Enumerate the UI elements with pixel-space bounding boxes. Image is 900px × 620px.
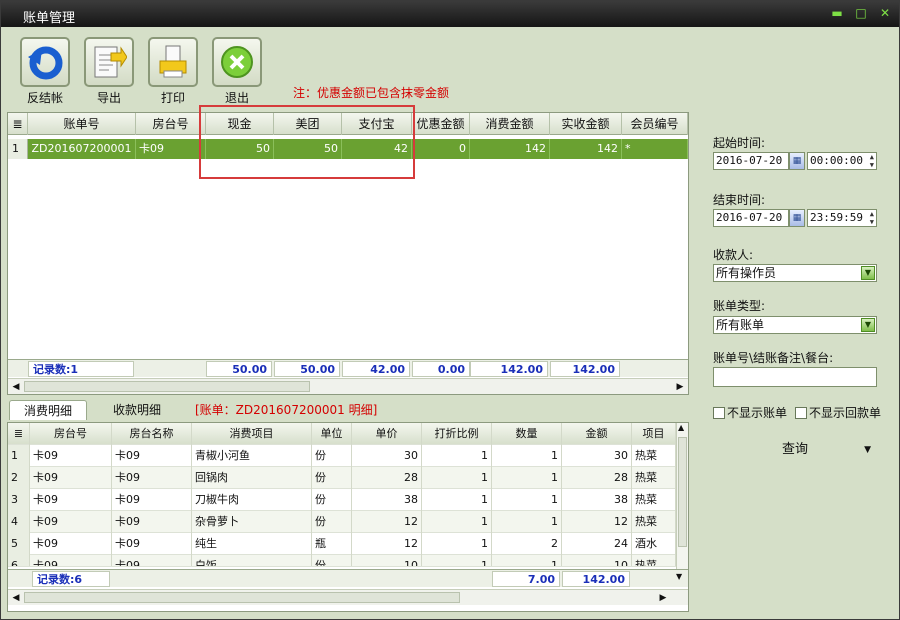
query-button[interactable]: 查询 ▼	[713, 439, 877, 461]
table-row[interactable]: 6 卡09 卡09 白饭 份 10 1 1 10 热菜	[8, 555, 676, 567]
hide-bill-checkbox[interactable]: 不显示账单	[713, 404, 787, 421]
column-chooser-icon[interactable]: ≣	[8, 113, 28, 135]
table-row[interactable]: 4 卡09 卡09 杂骨萝卜 份 12 1 1 12 热菜	[8, 511, 676, 533]
col-bill-no[interactable]: 账单号	[28, 113, 136, 135]
col-received[interactable]: 实收金额	[550, 113, 622, 135]
tab-consume-detail[interactable]: 消费明细	[9, 400, 88, 420]
caret-down-icon[interactable]: ▼	[864, 439, 871, 461]
calendar-icon[interactable]: ▦	[789, 209, 805, 227]
print-button[interactable]: 打印	[147, 37, 199, 107]
undo-icon	[20, 37, 70, 87]
toolbar: 反结帐 导出 打印 退出 注：优惠金额已包含抹零金额	[7, 29, 893, 107]
col-consume[interactable]: 消费金额	[470, 113, 550, 135]
calendar-icon[interactable]: ▦	[789, 152, 805, 170]
print-icon	[148, 37, 198, 87]
minimize-icon[interactable]: ▬	[829, 5, 845, 21]
cashier-label: 收款人:	[713, 248, 754, 262]
table-row[interactable]: 1 卡09 卡09 青椒小河鱼 份 30 1 1 30 热菜	[8, 445, 676, 467]
scroll-right-icon[interactable]: ▶	[656, 591, 670, 605]
cashier-select[interactable]: 所有操作员 ▼	[713, 264, 877, 282]
export-icon	[84, 37, 134, 87]
exit-icon	[212, 37, 262, 87]
search-label: 账单号\结账备注\餐台:	[713, 351, 834, 365]
window-title: 账单管理	[23, 11, 76, 26]
scroll-left-icon[interactable]: ◀	[9, 591, 23, 605]
start-date-input[interactable]: 2016-07-20	[713, 152, 789, 170]
record-count: 记录数:1	[28, 361, 134, 377]
title-bar: 账单管理 ▬ □ ✕	[1, 1, 899, 27]
detail-tabs: 消费明细 收款明细 [账单：ZD201607200001 明细]	[7, 399, 689, 421]
scroll-right-icon[interactable]: ▶	[673, 380, 687, 394]
detail-bill-info: [账单：ZD201607200001 明细]	[195, 403, 378, 417]
end-time-input[interactable]: 23:59:59 ▲ ▼	[807, 209, 877, 227]
table-row[interactable]: 5 卡09 卡09 纯生 瓶 12 1 2 24 酒水	[8, 533, 676, 555]
end-date-input[interactable]: 2016-07-20	[713, 209, 789, 227]
filter-panel: 起始时间: 2016-07-20 ▦ 00:00:00 ▲ ▼ 结束时间: 201…	[695, 112, 895, 615]
scroll-thumb[interactable]	[24, 381, 310, 392]
discount-note: 注：优惠金额已包含抹零金额	[293, 86, 450, 100]
col-discount[interactable]: 优惠金额	[412, 113, 470, 135]
bill-type-select[interactable]: 所有账单 ▼	[713, 316, 877, 334]
start-time-input[interactable]: 00:00:00 ▲ ▼	[807, 152, 877, 170]
scroll-up-icon[interactable]: ▲	[678, 423, 684, 432]
detail-grid: ≣ 房台号 房台名称 消费项目 单位 单价 打折比例 数量 金额 项目 1 卡0…	[7, 422, 689, 612]
table-row[interactable]: 2 卡09 卡09 回锅肉 份 28 1 1 28 热菜	[8, 467, 676, 489]
col-member[interactable]: 会员编号	[622, 113, 688, 135]
end-time-label: 结束时间:	[713, 193, 766, 207]
bill-grid-footer: 记录数:1 50.00 50.00 42.00 0.00 142.00 142.…	[8, 359, 688, 377]
detail-grid-footer: 记录数:6 7.00 142.00 ▼	[8, 569, 688, 587]
hide-refund-checkbox[interactable]: 不显示回款单	[795, 404, 881, 421]
scroll-thumb[interactable]	[678, 437, 687, 547]
scroll-left-icon[interactable]: ◀	[9, 380, 23, 394]
scroll-thumb[interactable]	[24, 592, 460, 603]
table-row[interactable]: 3 卡09 卡09 刀椒牛肉 份 38 1 1 38 热菜	[8, 489, 676, 511]
checkbox-box[interactable]	[713, 406, 725, 419]
highlight-annotation	[199, 105, 415, 179]
bill-management-window: 账单管理 ▬ □ ✕ 反结帐 导出 打印 退出 注：优惠金额已包含抹零金额 ≣ …	[0, 0, 900, 620]
checkbox-box[interactable]	[795, 406, 807, 419]
detail-grid-header: ≣ 房台号 房台名称 消费项目 单位 单价 打折比例 数量 金额 项目	[8, 423, 676, 445]
export-button[interactable]: 导出	[83, 37, 135, 107]
detail-grid-scrollbar[interactable]: ◀ ▶	[8, 589, 688, 605]
bill-grid-scrollbar[interactable]: ◀ ▶	[8, 378, 688, 394]
chevron-down-icon[interactable]: ▼	[861, 266, 875, 280]
record-count: 记录数:6	[32, 571, 110, 587]
col-room[interactable]: 房台号	[136, 113, 206, 135]
tab-payment-detail[interactable]: 收款明细	[99, 400, 175, 420]
column-chooser-icon[interactable]: ≣	[8, 423, 30, 445]
detail-vertical-scrollbar[interactable]: ▲	[676, 423, 688, 573]
search-input[interactable]	[713, 367, 877, 387]
bill-type-label: 账单类型:	[713, 299, 766, 313]
maximize-icon[interactable]: □	[853, 5, 869, 21]
close-icon[interactable]: ✕	[877, 5, 893, 21]
row-number: 1	[8, 139, 28, 159]
spinner-icon[interactable]: ▲ ▼	[870, 210, 874, 226]
scroll-down-icon[interactable]: ▼	[676, 572, 682, 581]
spinner-icon[interactable]: ▲ ▼	[870, 153, 874, 169]
unsettle-button[interactable]: 反结帐	[19, 37, 71, 107]
chevron-down-icon[interactable]: ▼	[861, 318, 875, 332]
start-time-label: 起始时间:	[713, 136, 766, 150]
exit-button[interactable]: 退出	[211, 37, 263, 107]
